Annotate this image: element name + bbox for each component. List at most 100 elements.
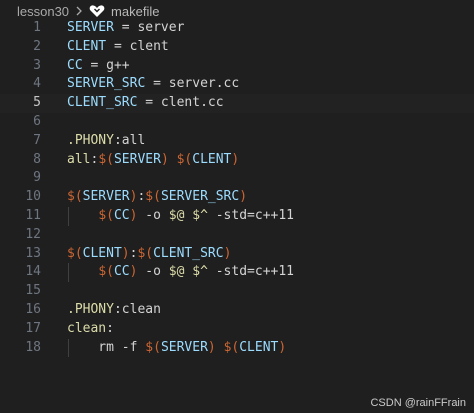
code-token: :all [113,132,146,148]
code-token: clean [67,320,107,336]
line-number: 9 [33,170,41,186]
code-token: .PHONY [67,132,114,148]
code-line[interactable]: 9 [0,169,474,188]
code-token: = server.cc [145,76,240,92]
code-line[interactable]: 18 rm -f $(SERVER) $(CLENT) [0,338,474,358]
line-number: 15 [25,283,41,299]
code-text: $(CC) -o $@ $^ -std=c++11 [67,207,294,226]
line-number: 14 [25,264,41,280]
code-token: -o [137,264,169,280]
code-line[interactable]: 3 CC = g++ [0,57,474,76]
code-line[interactable]: 17 clean: [0,320,474,339]
code-line[interactable]: 5 CLENT_SRC = clent.cc [0,94,474,113]
code-token: CC [113,207,130,223]
code-text: $(CC) -o $@ $^ -std=c++11 [67,263,294,282]
code-token: = g++ [82,57,130,73]
code-line[interactable]: 6 [0,113,474,132]
code-token: -std=c++11 [207,207,294,223]
code-token: ) [121,245,130,261]
code-line[interactable]: 12 [0,226,474,245]
code-line[interactable]: 14 $(CC) -o $@ $^ -std=c++11 [0,263,474,283]
code-text: SERVER_SRC = server.cc [67,75,239,94]
code-token: :clean [113,301,161,317]
line-number: 16 [25,301,41,317]
watermark: CSDN @rainFFrain [370,397,466,409]
code-text: CLENT = clent [67,38,169,57]
code-token: SERVER [82,189,130,205]
line-number: 2 [33,38,41,54]
code-token: = server [113,20,185,35]
code-editor[interactable]: 1 SERVER = server 2 CLENT = clent 3 CC = g++ 4… [0,19,474,358]
code-token: CLENT_SRC [153,245,224,261]
line-number: 13 [25,245,41,261]
code-text: .PHONY:all [67,132,145,151]
line-number: 18 [25,339,41,355]
code-token: ) [239,189,248,205]
breadcrumb-folder[interactable]: lesson30 [17,4,69,19]
code-line[interactable]: 15 [0,282,474,301]
code-text: CC = g++ [67,57,130,76]
line-number: 11 [25,207,41,223]
code-token: $@ [168,207,185,223]
code-text: SERVER = server [67,19,184,38]
code-token: SERVER_SRC [160,189,240,205]
line-number: 7 [33,132,41,148]
code-line[interactable]: 10 $(SERVER):$(SERVER_SRC) [0,188,474,207]
code-text: all:$(SERVER) $(CLENT) [67,151,239,170]
code-token: $( [98,151,114,167]
code-token: $( [223,339,240,355]
line-number: 12 [25,226,41,242]
breadcrumb-file[interactable]: makefile [111,4,159,19]
code-token: CC [67,57,83,73]
code-line[interactable]: 4 SERVER_SRC = server.cc [0,75,474,94]
code-token: $( [145,339,161,355]
code-token: = clent.cc [137,95,224,111]
chevron-right-icon [75,6,83,16]
code-token: $( [67,245,83,261]
code-token: : [106,320,114,336]
code-token: CLENT [192,151,232,167]
code-token: $( [176,151,193,167]
code-token: CLENT [67,38,107,54]
code-token: ) [207,339,216,355]
code-line[interactable]: 7 .PHONY:all [0,132,474,151]
code-token: rm -f [67,339,146,355]
code-token: $^ [192,207,208,223]
code-token: all [67,151,91,167]
line-number: 6 [33,113,41,129]
code-token: $( [98,207,114,223]
code-token: -std=c++11 [207,264,294,280]
code-line[interactable]: 1 SERVER = server [0,19,474,38]
code-token: SERVER [160,339,208,355]
code-text: CLENT_SRC = clent.cc [67,94,224,113]
code-token: = clent [106,38,169,54]
code-token: SERVER_SRC [67,76,146,92]
code-token: ) [278,339,287,355]
code-line[interactable]: 2 CLENT = clent [0,38,474,57]
code-token: CC [113,264,130,280]
code-line[interactable]: 8 all:$(SERVER) $(CLENT) [0,151,474,170]
code-text: $(CLENT):$(CLENT_SRC) [67,245,231,264]
code-line[interactable]: 16 .PHONY:clean [0,301,474,320]
code-token: $@ [168,264,185,280]
code-token: SERVER [113,151,161,167]
line-number: 17 [25,320,41,336]
line-number: 3 [33,57,41,73]
line-number: 1 [33,20,41,35]
code-text: clean: [67,320,114,339]
code-line[interactable]: 13 $(CLENT):$(CLENT_SRC) [0,245,474,264]
code-line[interactable]: 11 $(CC) -o $@ $^ -std=c++11 [0,206,474,226]
code-token: $( [67,189,83,205]
code-token: -o [137,207,169,223]
line-number: 10 [25,189,41,205]
code-token: ) [223,245,232,261]
line-number: 4 [33,76,41,92]
code-token: $^ [192,264,208,280]
code-text: .PHONY:clean [67,301,161,320]
code-token: CLENT [239,339,279,355]
makefile-icon [89,4,105,18]
